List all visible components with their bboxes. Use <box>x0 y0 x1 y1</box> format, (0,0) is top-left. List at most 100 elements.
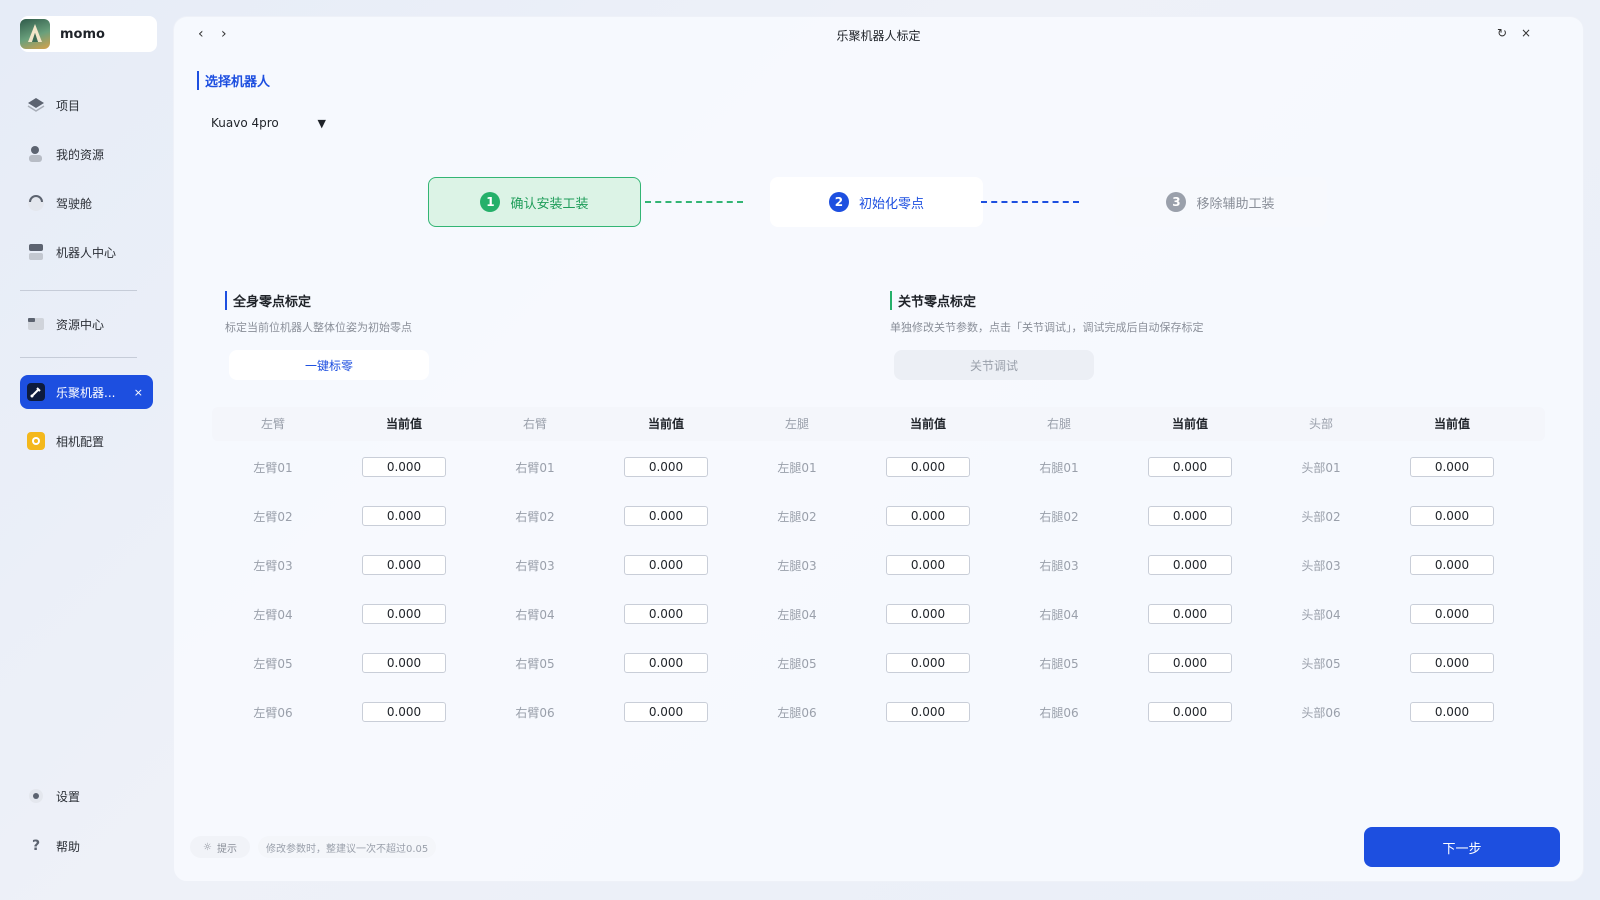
step-number: 3 <box>1166 192 1187 212</box>
one-click-zero-button[interactable]: 一键标零 <box>229 350 429 380</box>
joint-value-input[interactable]: 0.000 <box>362 506 446 526</box>
sidebar-item-robot-tool[interactable]: 乐聚机器... × <box>20 375 153 409</box>
joint-name-cell: 左腿04 <box>777 608 817 622</box>
joint-name-cell: 右腿01 <box>1039 461 1079 475</box>
step-number: 1 <box>480 192 501 212</box>
joint-name-cell: 左腿02 <box>777 510 817 524</box>
joint-name-cell: 右腿03 <box>1039 559 1079 573</box>
joint-value-input[interactable]: 0.000 <box>624 702 708 722</box>
joint-value-input[interactable]: 0.000 <box>886 555 970 575</box>
robot-select[interactable]: Kuavo 4pro ▼ <box>201 109 336 137</box>
joint-name-cell: 右腿02 <box>1039 510 1079 524</box>
column-header-current-value: 当前值 <box>647 417 684 431</box>
sidebar-item-settings[interactable]: 设置 <box>20 779 153 813</box>
user-resource-icon <box>26 144 46 164</box>
camera-icon <box>26 431 46 451</box>
sidebar-item-label: 相机配置 <box>56 434 105 449</box>
column-header-current-value: 当前值 <box>1433 417 1470 431</box>
robot-center-icon <box>26 242 46 262</box>
step-label: 确认安装工装 <box>510 196 589 212</box>
hint-label: 提示 <box>216 843 237 855</box>
step-connector <box>981 201 1079 203</box>
joint-value-input[interactable]: 0.000 <box>624 555 708 575</box>
joint-debug-button[interactable]: 关节调试 <box>894 350 1094 380</box>
joint-value-input[interactable]: 0.000 <box>886 604 970 624</box>
sidebar-item-label: 我的资源 <box>56 147 105 162</box>
joint-name-cell: 右臂02 <box>515 510 555 524</box>
joint-value-input[interactable]: 0.000 <box>1410 702 1494 722</box>
sidebar-item-my-resources[interactable]: 我的资源 <box>20 137 153 171</box>
joint-value-input[interactable]: 0.000 <box>1410 457 1494 477</box>
joint-value-input[interactable]: 0.000 <box>1410 555 1494 575</box>
main-panel: ‹ › 乐聚机器人标定 ↻ × 选择机器人 Kuavo 4pro ▼ 1 确认安… <box>173 16 1584 882</box>
joint-value-input[interactable]: 0.000 <box>624 457 708 477</box>
joint-value-input[interactable]: 0.000 <box>362 653 446 673</box>
joint-name-cell: 右腿05 <box>1039 657 1079 671</box>
sidebar-item-camera-config[interactable]: 相机配置 <box>20 424 153 458</box>
joint-value-input[interactable]: 0.000 <box>362 555 446 575</box>
joint-value-input[interactable]: 0.000 <box>624 506 708 526</box>
lightbulb-icon: ☼ <box>203 841 212 853</box>
joint-name-cell: 左臂01 <box>253 461 293 475</box>
sidebar-item-label: 驾驶舱 <box>56 196 93 211</box>
joint-name-cell: 右腿06 <box>1039 706 1079 720</box>
hint-text: 修改参数时，整建议一次不超过0.05 <box>258 836 437 858</box>
sidebar-item-label: 项目 <box>56 98 81 113</box>
close-icon[interactable]: × <box>1521 26 1531 40</box>
joint-name-cell: 右臂04 <box>515 608 555 622</box>
window-title: 乐聚机器人标定 <box>836 29 921 43</box>
joint-name-cell: 右臂03 <box>515 559 555 573</box>
hint-chip: ☼ 提示 <box>190 836 250 858</box>
joint-value-input[interactable]: 0.000 <box>362 604 446 624</box>
joint-value-input[interactable]: 0.000 <box>1410 506 1494 526</box>
column-header-joint: 左臂 <box>260 417 285 431</box>
joint-value-input[interactable]: 0.000 <box>624 653 708 673</box>
app-brand[interactable]: momo <box>20 16 157 52</box>
joint-value-input[interactable]: 0.000 <box>1148 506 1232 526</box>
joint-value-input[interactable]: 0.000 <box>886 702 970 722</box>
joint-value-input[interactable]: 0.000 <box>1410 604 1494 624</box>
step-connector <box>645 201 743 203</box>
joint-name-cell: 左腿03 <box>777 559 817 573</box>
whole-body-desc: 标定当前位机器人整体位姿为初始零点 <box>225 321 412 334</box>
sidebar-item-cockpit[interactable]: 驾驶舱 <box>20 186 153 220</box>
sidebar-item-robot-center[interactable]: 机器人中心 <box>20 235 153 269</box>
sidebar-item-label: 乐聚机器... <box>56 385 116 400</box>
joint-name-cell: 右臂01 <box>515 461 555 475</box>
sidebar-item-help[interactable]: ? 帮助 <box>20 829 153 863</box>
joint-name-cell: 左臂04 <box>253 608 293 622</box>
sidebar-divider <box>20 357 137 358</box>
joint-zero-desc: 单独修改关节参数，点击「关节调试」，调试完成后自动保存标定 <box>890 321 1204 334</box>
caret-down-icon: ▼ <box>317 116 326 130</box>
joint-value-input[interactable]: 0.000 <box>1148 653 1232 673</box>
sidebar-item-label: 资源中心 <box>56 317 105 332</box>
refresh-icon[interactable]: ↻ <box>1497 26 1507 40</box>
joint-value-input[interactable]: 0.000 <box>1148 604 1232 624</box>
robot-select-value: Kuavo 4pro <box>211 116 279 130</box>
sidebar-item-resource-center[interactable]: 资源中心 <box>20 307 153 341</box>
joint-name-cell: 头部04 <box>1301 608 1341 622</box>
joint-value-input[interactable]: 0.000 <box>886 457 970 477</box>
joint-value-input[interactable]: 0.000 <box>886 653 970 673</box>
joint-value-input[interactable]: 0.000 <box>362 702 446 722</box>
column-header-joint: 右腿 <box>1046 417 1071 431</box>
next-step-button[interactable]: 下一步 <box>1364 827 1560 867</box>
joint-name-cell: 头部03 <box>1301 559 1341 573</box>
step-label: 初始化零点 <box>858 196 924 212</box>
joint-value-input[interactable]: 0.000 <box>1148 702 1232 722</box>
step-label: 移除辅助工装 <box>1196 196 1275 212</box>
sidebar-item-projects[interactable]: 项目 <box>20 88 153 122</box>
joint-value-input[interactable]: 0.000 <box>624 604 708 624</box>
column-header-joint: 头部 <box>1308 417 1333 431</box>
column-header-current-value: 当前值 <box>385 417 422 431</box>
help-icon: ? <box>31 838 41 854</box>
joint-value-input[interactable]: 0.000 <box>1410 653 1494 673</box>
joint-name-cell: 左腿06 <box>777 706 817 720</box>
joint-value-input[interactable]: 0.000 <box>1148 457 1232 477</box>
sidebar-item-label: 机器人中心 <box>56 245 117 260</box>
close-tab-icon[interactable]: × <box>134 386 143 399</box>
joint-value-input[interactable]: 0.000 <box>1148 555 1232 575</box>
joint-value-input[interactable]: 0.000 <box>886 506 970 526</box>
joint-value-input[interactable]: 0.000 <box>362 457 446 477</box>
app-name: momo <box>60 26 105 42</box>
